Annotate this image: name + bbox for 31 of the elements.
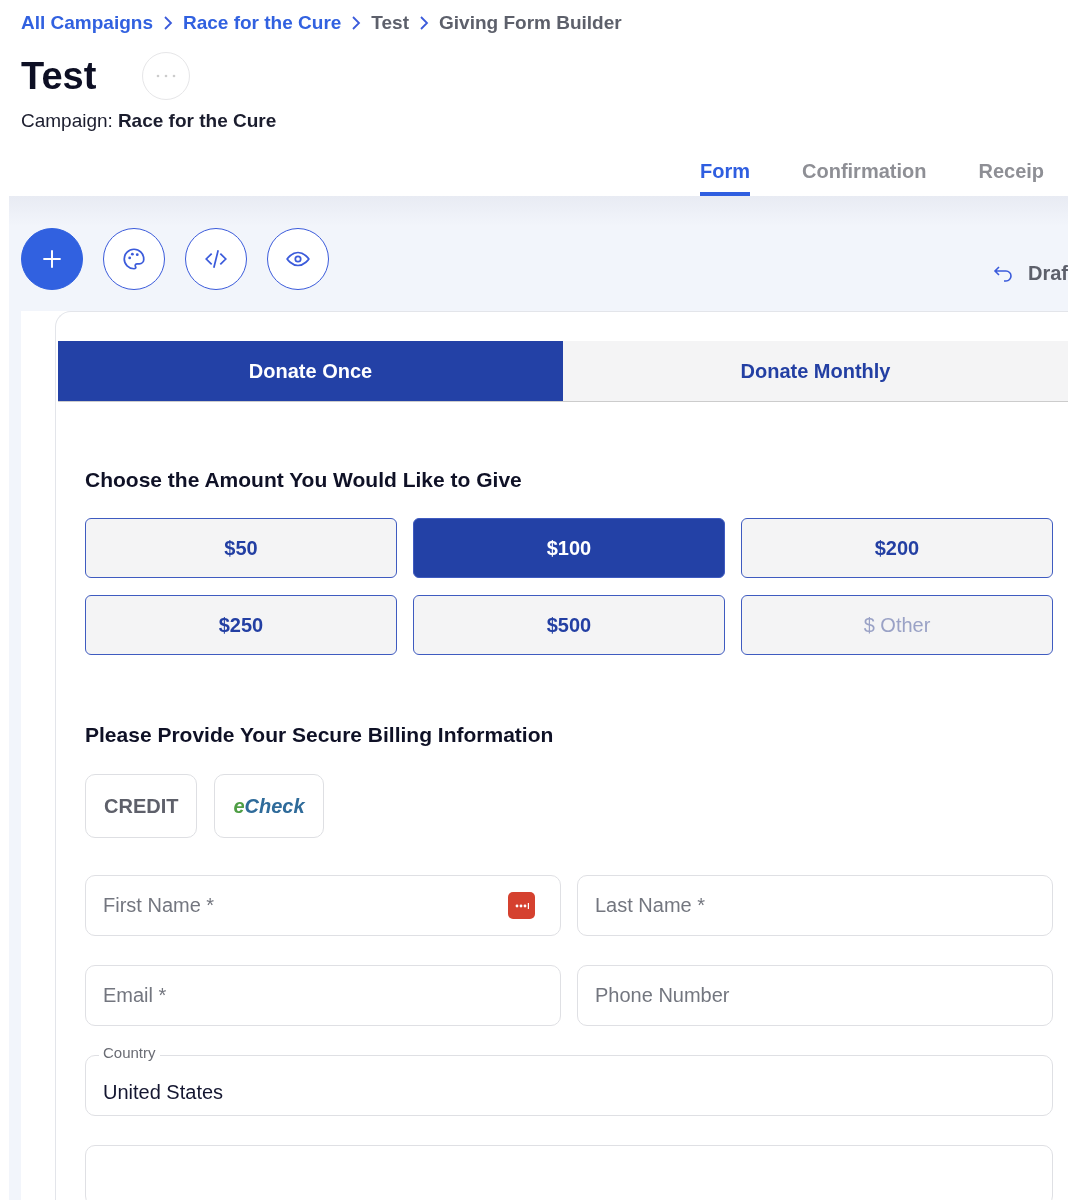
input-field[interactable] <box>85 1145 1053 1200</box>
password-manager-icon[interactable] <box>508 892 535 919</box>
input-field[interactable]: Last Name * <box>577 875 1053 936</box>
palette-icon <box>121 246 147 272</box>
amount-button[interactable]: $100 <box>413 518 725 578</box>
payment-method-button[interactable]: eCheck <box>214 774 324 838</box>
breadcrumb-link[interactable]: Race for the Cure <box>183 12 342 34</box>
input-field[interactable]: Email * <box>85 965 561 1026</box>
section-heading: Choose the Amount You Would Like to Give <box>85 468 523 492</box>
amount-button[interactable]: $50 <box>85 518 397 578</box>
payment-method-button[interactable]: CREDIT <box>85 774 198 838</box>
dots-icon <box>155 73 178 79</box>
amount-button[interactable]: $200 <box>741 518 1053 578</box>
chevron-icon <box>419 16 430 30</box>
frequency-tab[interactable]: Donate Once <box>58 341 563 401</box>
breadcrumb-item: Test <box>371 12 410 34</box>
amount-button[interactable]: $500 <box>413 595 725 655</box>
amount-button[interactable]: $250 <box>85 595 397 655</box>
input-field[interactable]: Phone Number <box>577 965 1053 1026</box>
chevron-icon <box>163 16 173 30</box>
breadcrumb-link[interactable]: All Campaigns <box>21 12 153 34</box>
section-heading: Please Provide Your Secure Billing Information <box>85 723 555 747</box>
campaign-label: Campaign: <box>21 110 113 131</box>
campaign-name: Race for the Cure <box>117 110 277 131</box>
chevron-icon <box>351 16 362 30</box>
page-title: Test <box>21 54 97 98</box>
breadcrumb-item: Giving Form Builder <box>439 12 622 34</box>
draft-button[interactable]: Draf <box>992 261 1068 285</box>
other-amount-field[interactable]: $ Other <box>741 595 1053 655</box>
input-field[interactable]: First Name * <box>85 875 561 936</box>
frequency-tab[interactable]: Donate Monthly <box>563 341 1068 401</box>
